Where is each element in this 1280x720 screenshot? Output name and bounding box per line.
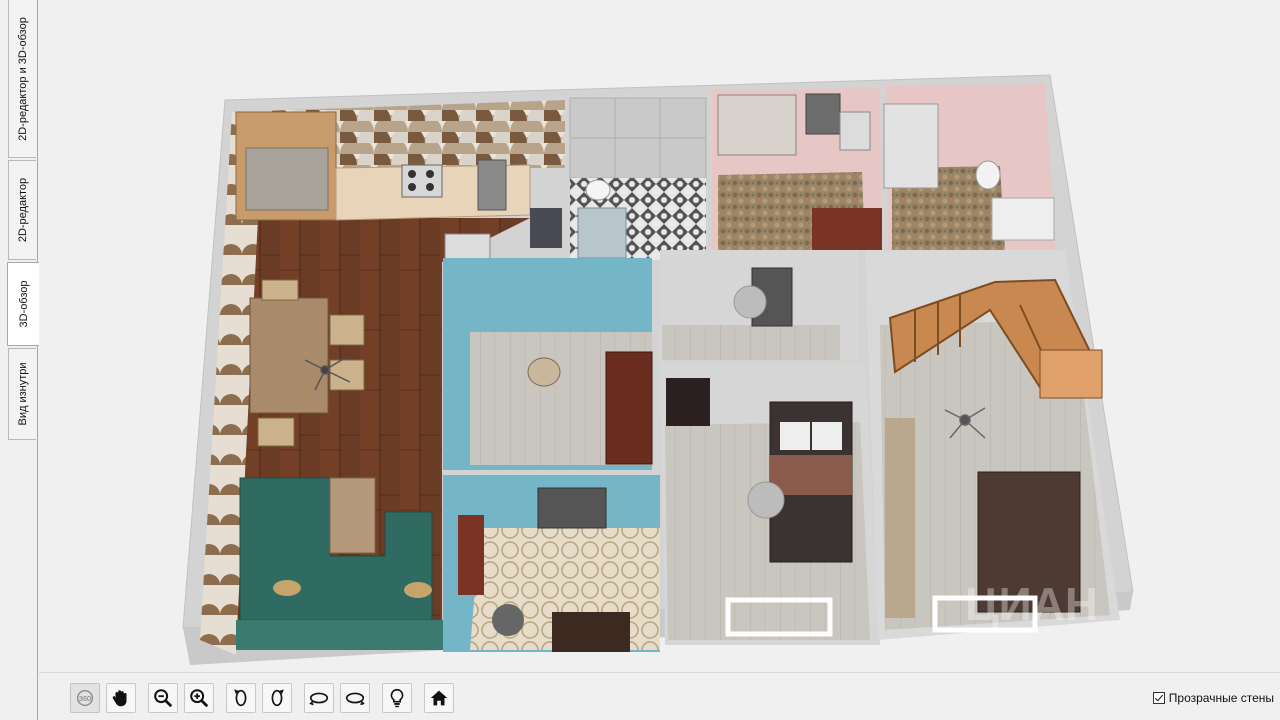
pan-button[interactable] (106, 683, 136, 713)
pan-hand-icon (112, 690, 127, 707)
window-curtain (717, 94, 797, 156)
home-icon (430, 690, 448, 706)
tv-cabinet (805, 93, 841, 135)
home-view-button[interactable] (424, 683, 454, 713)
shoe-cabinet (552, 612, 630, 652)
sofa-cushion (404, 582, 432, 598)
tab-inside-view[interactable]: Вид изнутри (8, 348, 36, 440)
view-toolbar: 360 Прозрачные стены (39, 672, 1280, 720)
orbit-left-icon (309, 692, 329, 706)
tab-label: 2D-редактор (16, 177, 29, 243)
stove (401, 164, 443, 198)
hall-table (527, 357, 561, 387)
rotate-360-button[interactable]: 360 (70, 683, 100, 713)
tab-2d-editor[interactable]: 2D-редактор (8, 160, 36, 260)
zoom-out-icon (154, 689, 173, 708)
orbit-right-icon (345, 692, 365, 706)
zoom-out-button[interactable] (148, 683, 178, 713)
bedroom-lamp (747, 481, 785, 519)
bedroom-wardrobe (666, 378, 710, 426)
entry-lamp (492, 604, 524, 636)
light-button[interactable] (382, 683, 412, 713)
entry-door (537, 487, 607, 529)
dining-table (249, 297, 329, 414)
stair-landing (1039, 349, 1103, 399)
toilet (585, 179, 611, 201)
watermark: ЦИАН (965, 578, 1098, 630)
sofa-front (236, 620, 458, 650)
tab-2d-3d-editor[interactable]: 2D-редактор и 3D-обзор (8, 0, 36, 158)
corridor-floor (662, 325, 840, 360)
zoom-in-button[interactable] (184, 683, 214, 713)
tab-3d-view[interactable]: 3D-обзор (7, 262, 39, 346)
zoom-in-icon (190, 689, 209, 708)
desk (812, 208, 882, 250)
entry-cabinet (458, 515, 484, 595)
rotate-right-button[interactable] (262, 683, 292, 713)
rotate-left-button[interactable] (226, 683, 256, 713)
checkbox-checked-icon[interactable] (1152, 692, 1165, 704)
3d-viewport[interactable]: ЦИАН (39, 0, 1280, 672)
hall-wardrobe (605, 351, 653, 465)
floor-plan-3d-render[interactable]: ЦИАН (39, 0, 1280, 672)
rotate-left-icon (234, 689, 247, 707)
nightstand (839, 111, 871, 151)
corridor-lamp (733, 285, 767, 319)
attic-bath (991, 197, 1055, 241)
coffee-table (329, 477, 376, 554)
sofa-cushion (273, 580, 301, 596)
transparent-walls-checkbox[interactable]: Прозрачные стены (1152, 691, 1274, 705)
lightbulb-icon (390, 688, 404, 708)
tab-label: 2D-редактор и 3D-обзор (16, 16, 29, 141)
orbit-left-button[interactable] (304, 683, 334, 713)
cabinet-doors (245, 147, 329, 211)
living-console (885, 418, 915, 618)
orbit-right-button[interactable] (340, 683, 370, 713)
attic-toilet (975, 160, 1001, 190)
bed-blanket (770, 455, 852, 495)
shelving (883, 103, 939, 189)
rotate-right-icon (271, 689, 284, 707)
view-tabs: 2D-редактор и 3D-обзор 2D-редактор 3D-об… (0, 0, 39, 720)
kitchen-appliance (530, 208, 562, 248)
fridge (477, 159, 507, 211)
tab-label: 3D-обзор (17, 280, 30, 328)
svg-text:360: 360 (79, 694, 91, 703)
tab-label: Вид изнутри (16, 362, 29, 426)
bathtub (577, 207, 627, 259)
rotate-360-icon: 360 (76, 689, 94, 707)
transparent-walls-label: Прозрачные стены (1168, 691, 1274, 705)
